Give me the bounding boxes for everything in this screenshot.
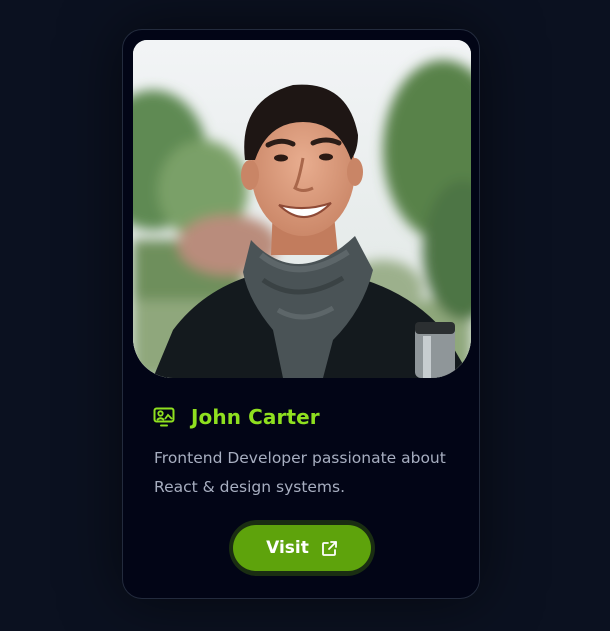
visit-button-ring: Visit <box>229 520 375 576</box>
profile-card: John Carter Frontend Developer passionat… <box>122 29 480 599</box>
visit-label: Visit <box>266 538 309 558</box>
visit-button[interactable]: Visit <box>233 525 371 571</box>
name-row: John Carter <box>153 402 320 432</box>
external-link-icon <box>321 540 338 557</box>
profile-name: John Carter <box>191 405 320 429</box>
page: John Carter Frontend Developer passionat… <box>0 0 610 631</box>
profile-bio: Frontend Developer passionate about Reac… <box>154 449 446 496</box>
profile-photo <box>133 40 471 378</box>
portrait-icon <box>153 406 175 428</box>
